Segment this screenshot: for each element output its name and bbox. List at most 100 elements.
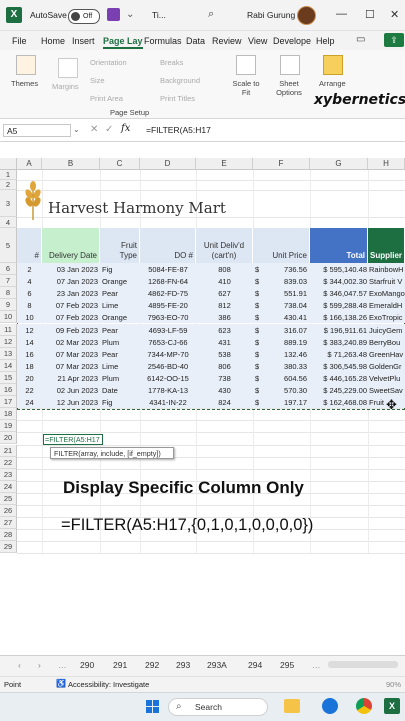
- table-cell-sup[interactable]: RainbowH: [369, 265, 405, 274]
- table-cell-do[interactable]: 7963-EO-70: [140, 313, 196, 322]
- table-cell-price[interactable]: 430.41: [262, 313, 307, 322]
- sheet-tab[interactable]: 293: [176, 660, 190, 670]
- row-header[interactable]: 25: [0, 492, 17, 505]
- arrange-label[interactable]: Arrange: [319, 79, 346, 88]
- table-cell-total[interactable]: $ 344,002.30: [310, 277, 367, 286]
- excel-taskbar-icon[interactable]: X: [384, 698, 400, 714]
- table-cell-do[interactable]: 7653-CJ-66: [140, 338, 196, 347]
- search-icon[interactable]: ⌕: [208, 8, 214, 21]
- prev-sheet-icon[interactable]: ‹: [18, 660, 21, 670]
- row-header[interactable]: 9: [0, 299, 17, 312]
- table-cell-total[interactable]: $ 306,545.98: [310, 362, 367, 371]
- row-header[interactable]: 28: [0, 529, 17, 542]
- table-cell-price[interactable]: 197.17: [262, 398, 307, 407]
- table-cell-do[interactable]: 6142-OO-15: [140, 374, 196, 383]
- horizontal-scrollbar[interactable]: [328, 661, 398, 668]
- sheet-tab[interactable]: 290: [80, 660, 94, 670]
- table-cell-price[interactable]: 316.07: [262, 326, 307, 335]
- table-cell-total[interactable]: $ 162,468.08: [310, 398, 367, 407]
- tab-data[interactable]: Data: [186, 36, 205, 46]
- table-cell-fruit[interactable]: Orange: [102, 277, 140, 286]
- table-cell-n[interactable]: 20: [17, 374, 42, 383]
- table-cell-total[interactable]: $ 346,047.57: [310, 289, 367, 298]
- row-header[interactable]: 27: [0, 517, 17, 530]
- maximize-icon[interactable]: ☐: [365, 8, 375, 21]
- table-cell-units[interactable]: 806: [196, 362, 253, 371]
- column-header[interactable]: H: [368, 158, 405, 170]
- table-cell-n[interactable]: 4: [17, 277, 42, 286]
- table-cell-date[interactable]: 07 Mar 2023: [42, 350, 98, 359]
- sheet-tab[interactable]: 293A: [207, 660, 227, 670]
- table-cell-date[interactable]: 12 Jun 2023: [42, 398, 98, 407]
- tab-page-layout[interactable]: Page Lay: [103, 36, 143, 49]
- table-cell-total[interactable]: $ 166,138.26: [310, 313, 367, 322]
- insert-function-icon[interactable]: fx: [121, 123, 130, 134]
- scale-to-fit-icon[interactable]: [236, 55, 256, 75]
- table-cell-date[interactable]: 07 Feb 2023: [42, 301, 98, 310]
- row-header[interactable]: 24: [0, 480, 17, 493]
- table-cell-n[interactable]: 10: [17, 313, 42, 322]
- table-cell-price[interactable]: 551.91: [262, 289, 307, 298]
- row-header[interactable]: 15: [0, 371, 17, 384]
- row-header[interactable]: 20: [0, 432, 17, 445]
- more-tabs-icon[interactable]: …: [312, 660, 321, 670]
- table-cell-sup[interactable]: BerryBou: [369, 338, 405, 347]
- table-cell-total[interactable]: $ 245,229.00: [310, 386, 367, 395]
- row-header[interactable]: 7: [0, 275, 17, 288]
- table-cell-date[interactable]: 02 Mar 2023: [42, 338, 98, 347]
- table-cell-price[interactable]: 889.19: [262, 338, 307, 347]
- table-cell-do[interactable]: 1778-KA-13: [140, 386, 196, 395]
- table-cell-do[interactable]: 5084-FE-87: [140, 265, 196, 274]
- table-cell-price[interactable]: 604.56: [262, 374, 307, 383]
- row-header[interactable]: 29: [0, 541, 17, 554]
- row-header[interactable]: 12: [0, 335, 17, 348]
- row-header[interactable]: 10: [0, 311, 17, 324]
- formula-input[interactable]: =FILTER(A5:H17: [146, 125, 211, 135]
- table-cell-total[interactable]: $ 599,288.48: [310, 301, 367, 310]
- table-cell-date[interactable]: 07 Feb 2023: [42, 313, 98, 322]
- table-cell-price[interactable]: 380.33: [262, 362, 307, 371]
- select-all-corner[interactable]: [0, 158, 17, 170]
- comments-icon[interactable]: ▭: [356, 34, 365, 45]
- table-cell-date[interactable]: 21 Apr 2023: [42, 374, 98, 383]
- next-sheet-icon[interactable]: ›: [38, 660, 41, 670]
- row-header[interactable]: 11: [0, 323, 17, 336]
- row-header[interactable]: 6: [0, 263, 17, 276]
- table-cell-units[interactable]: 808: [196, 265, 253, 274]
- enter-icon[interactable]: ✓: [105, 124, 113, 135]
- table-cell-sup[interactable]: EmeraldH: [369, 301, 405, 310]
- row-header[interactable]: 18: [0, 408, 17, 421]
- table-cell-fruit[interactable]: Lime: [102, 362, 140, 371]
- tab-home[interactable]: Home: [41, 36, 65, 46]
- table-cell-fruit[interactable]: Pear: [102, 289, 140, 298]
- column-header[interactable]: B: [42, 158, 100, 170]
- table-cell-do[interactable]: 7344-MP-70: [140, 350, 196, 359]
- table-cell-price[interactable]: 736.56: [262, 265, 307, 274]
- table-cell-do[interactable]: 4862-FD-75: [140, 289, 196, 298]
- table-cell-date[interactable]: 07 Mar 2023: [42, 362, 98, 371]
- tab-developer[interactable]: Develope: [273, 36, 311, 46]
- table-cell-price[interactable]: 839.03: [262, 277, 307, 286]
- table-cell-sup[interactable]: GreenHav: [369, 350, 405, 359]
- minimize-icon[interactable]: —: [336, 8, 347, 20]
- table-cell-date[interactable]: 03 Jan 2023: [42, 265, 98, 274]
- table-cell-price[interactable]: 570.30: [262, 386, 307, 395]
- table-cell-units[interactable]: 623: [196, 326, 253, 335]
- column-header[interactable]: A: [17, 158, 42, 170]
- table-cell-units[interactable]: 812: [196, 301, 253, 310]
- tab-review[interactable]: Review: [212, 36, 242, 46]
- table-cell-fruit[interactable]: Pear: [102, 326, 140, 335]
- table-cell-do[interactable]: 4693-LF-59: [140, 326, 196, 335]
- accessibility-status[interactable]: Accessibility: Investigate: [68, 680, 149, 689]
- row-header[interactable]: 16: [0, 384, 17, 397]
- column-header[interactable]: G: [310, 158, 368, 170]
- table-cell-date[interactable]: 09 Feb 2023: [42, 326, 98, 335]
- sheet-tab[interactable]: 294: [248, 660, 262, 670]
- row-header[interactable]: 19: [0, 420, 17, 433]
- row-header[interactable]: 13: [0, 347, 17, 360]
- file-explorer-icon[interactable]: [284, 699, 300, 713]
- table-cell-n[interactable]: 8: [17, 301, 42, 310]
- table-cell-sup[interactable]: Starfruit V: [369, 277, 405, 286]
- column-header[interactable]: F: [253, 158, 310, 170]
- tab-help[interactable]: Help: [316, 36, 335, 46]
